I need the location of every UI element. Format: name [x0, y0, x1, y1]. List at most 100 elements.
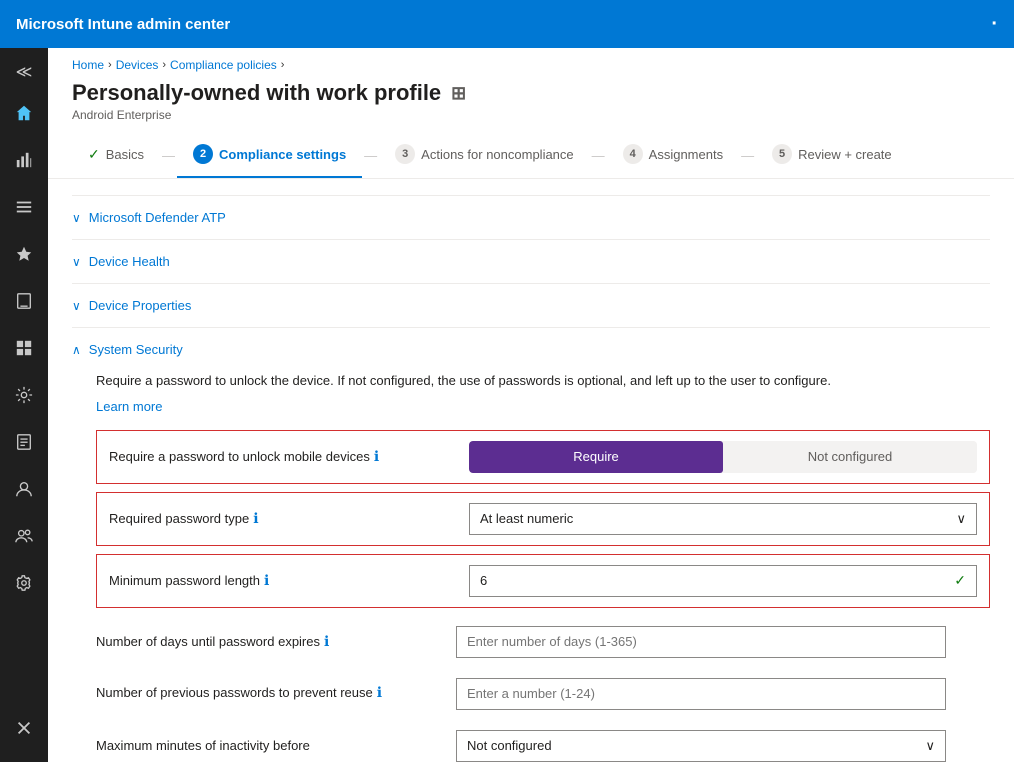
defender-chevron-icon: ∨ — [72, 211, 81, 225]
sidebar-icon-gear[interactable] — [0, 562, 48, 609]
password-type-chevron-icon: ∨ — [956, 511, 966, 527]
min-length-control: 6 ✓ — [469, 565, 977, 597]
inactivity-control: Not configured ∨ — [456, 730, 990, 762]
breadcrumb: Home › Devices › Compliance policies › — [48, 48, 1014, 76]
form-row-expires: Number of days until password expires ℹ — [96, 616, 990, 668]
sidebar-icon-report[interactable] — [0, 421, 48, 468]
sidebar-icon-chart[interactable] — [0, 139, 48, 186]
toggle-not-configured[interactable]: Not configured — [723, 441, 977, 473]
password-type-info-icon[interactable]: ℹ — [253, 510, 258, 527]
password-type-label: Required password type ℹ — [109, 510, 469, 527]
min-length-input[interactable]: 6 ✓ — [469, 565, 977, 597]
min-length-info-icon[interactable]: ℹ — [264, 572, 269, 589]
expires-label-text: Number of days until password expires — [96, 634, 320, 649]
sidebar-icon-device[interactable] — [0, 280, 48, 327]
security-chevron-icon: ∧ — [72, 343, 81, 357]
min-length-value: 6 — [480, 573, 487, 588]
tab-noncompliance[interactable]: 3 Actions for noncompliance — [379, 132, 589, 178]
form-row-password-type: Required password type ℹ At least numeri… — [96, 492, 990, 546]
main-content: Home › Devices › Compliance policies › P… — [48, 48, 1014, 762]
tab-compliance-badge: 2 — [193, 144, 213, 164]
section-security-header[interactable]: ∧ System Security — [72, 328, 990, 371]
section-properties-header[interactable]: ∨ Device Properties — [72, 284, 990, 327]
tab-compliance-label: Compliance settings — [219, 147, 346, 162]
breadcrumb-policies[interactable]: Compliance policies — [170, 58, 277, 72]
sidebar-icon-close[interactable] — [0, 707, 48, 754]
security-description: Require a password to unlock the device.… — [96, 371, 876, 391]
breadcrumb-home[interactable]: Home — [72, 58, 104, 72]
page-subtitle: Android Enterprise — [72, 108, 990, 122]
previous-control — [456, 678, 990, 710]
tab-review-label: Review + create — [798, 147, 892, 162]
require-password-info-icon[interactable]: ℹ — [374, 448, 379, 465]
page-title-row: Personally-owned with work profile ⊞ — [72, 80, 990, 106]
previous-input[interactable] — [456, 678, 946, 710]
sidebar-icon-grid[interactable] — [0, 327, 48, 374]
inactivity-label: Maximum minutes of inactivity before — [96, 738, 456, 753]
section-health-header[interactable]: ∨ Device Health — [72, 240, 990, 283]
min-length-value-row: 6 ✓ — [480, 572, 966, 589]
tab-basics-label: Basics — [106, 147, 144, 162]
breadcrumb-devices[interactable]: Devices — [116, 58, 159, 72]
require-password-toggle[interactable]: Require Not configured — [469, 441, 977, 473]
sidebar-icon-users[interactable] — [0, 515, 48, 562]
min-length-label: Minimum password length ℹ — [109, 572, 469, 589]
expires-input[interactable] — [456, 626, 946, 658]
section-defender-header[interactable]: ∨ Microsoft Defender ATP — [72, 196, 990, 239]
form-row-inactivity: Maximum minutes of inactivity before Not… — [96, 720, 990, 762]
inactivity-dropdown[interactable]: Not configured ∨ — [456, 730, 946, 762]
expires-control — [456, 626, 990, 658]
require-password-control: Require Not configured — [469, 441, 977, 473]
wizard-tabs: ✓ Basics — 2 Compliance settings — 3 Act… — [48, 132, 1014, 179]
section-defender: ∨ Microsoft Defender ATP — [72, 195, 990, 239]
page-header: Personally-owned with work profile ⊞ And… — [48, 76, 1014, 132]
password-type-label-text: Required password type — [109, 511, 249, 526]
form-row-previous: Number of previous passwords to prevent … — [96, 668, 990, 720]
min-length-check-icon: ✓ — [954, 572, 966, 589]
section-health: ∨ Device Health — [72, 239, 990, 283]
pin-icon[interactable]: ⊞ — [451, 83, 466, 104]
min-length-label-text: Minimum password length — [109, 573, 260, 588]
tab-assignments-badge: 4 — [623, 144, 643, 164]
tab-assignments-label: Assignments — [649, 147, 723, 162]
learn-more-link[interactable]: Learn more — [96, 399, 162, 414]
previous-label-text: Number of previous passwords to prevent … — [96, 685, 373, 700]
expires-info-icon[interactable]: ℹ — [324, 633, 329, 650]
form-area: ∨ Microsoft Defender ATP ∨ Device Health… — [48, 179, 1014, 762]
sidebar-icon-list[interactable] — [0, 186, 48, 233]
properties-chevron-icon: ∨ — [72, 299, 81, 313]
inactivity-label-text: Maximum minutes of inactivity before — [96, 738, 310, 753]
toggle-require[interactable]: Require — [469, 441, 723, 473]
tab-basics-check: ✓ — [88, 146, 100, 163]
inactivity-value: Not configured — [467, 738, 552, 753]
sidebar-toggle[interactable]: ≪ — [0, 52, 48, 92]
section-defender-label: Microsoft Defender ATP — [89, 210, 226, 225]
previous-info-icon[interactable]: ℹ — [377, 684, 382, 701]
section-health-label: Device Health — [89, 254, 170, 269]
tab-noncompliance-badge: 3 — [395, 144, 415, 164]
require-password-label-text: Require a password to unlock mobile devi… — [109, 449, 370, 464]
topbar-title: Microsoft Intune admin center — [16, 16, 230, 33]
page-title-text: Personally-owned with work profile — [72, 80, 441, 106]
require-password-label: Require a password to unlock mobile devi… — [109, 448, 469, 465]
topbar-dot: · — [991, 13, 998, 36]
form-row-require-password: Require a password to unlock mobile devi… — [96, 430, 990, 484]
form-row-min-length: Minimum password length ℹ 6 ✓ — [96, 554, 990, 608]
password-type-control: At least numeric ∨ — [469, 503, 977, 535]
password-type-value: At least numeric — [480, 511, 573, 526]
tab-noncompliance-label: Actions for noncompliance — [421, 147, 573, 162]
tab-compliance[interactable]: 2 Compliance settings — [177, 132, 362, 178]
health-chevron-icon: ∨ — [72, 255, 81, 269]
topbar: Microsoft Intune admin center · — [0, 0, 1014, 48]
sidebar-icon-settings[interactable] — [0, 374, 48, 421]
tab-review[interactable]: 5 Review + create — [756, 132, 908, 178]
tab-assignments[interactable]: 4 Assignments — [607, 132, 739, 178]
sidebar-icon-star[interactable] — [0, 233, 48, 280]
section-security-label: System Security — [89, 342, 183, 357]
password-type-dropdown[interactable]: At least numeric ∨ — [469, 503, 977, 535]
sidebar-icon-user[interactable] — [0, 468, 48, 515]
section-properties: ∨ Device Properties — [72, 283, 990, 327]
section-security-body: Require a password to unlock the device.… — [72, 371, 990, 762]
tab-basics[interactable]: ✓ Basics — [72, 134, 160, 177]
sidebar-icon-home[interactable] — [0, 92, 48, 139]
